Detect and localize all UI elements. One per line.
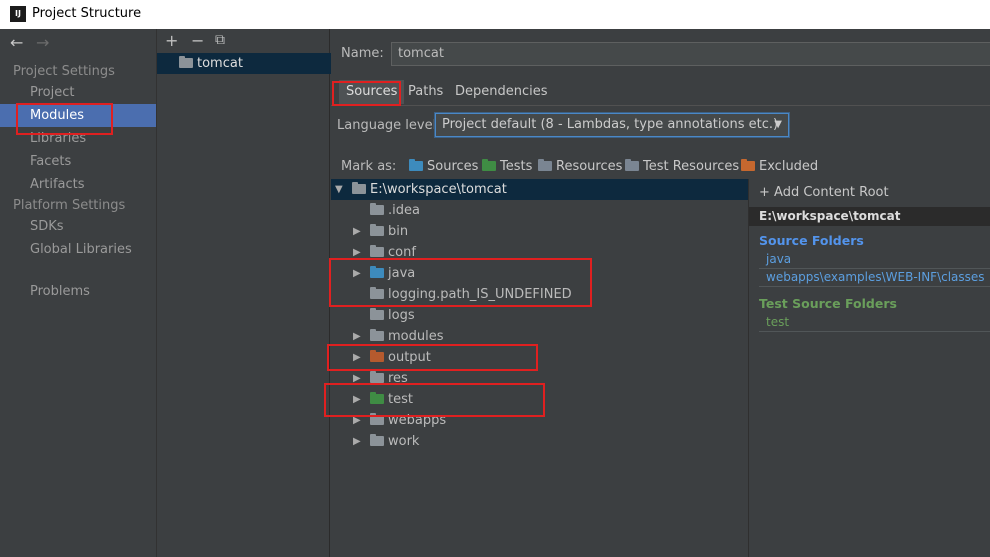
tree-row-logs[interactable]: logs xyxy=(331,305,748,326)
source-folder-icon xyxy=(370,266,384,278)
folder-icon xyxy=(370,434,384,446)
window-title: Project Structure xyxy=(32,6,142,21)
mark-as-resources-button[interactable]: Resources xyxy=(538,159,622,174)
folder-icon xyxy=(352,182,366,194)
triangle-right-icon[interactable]: ▶ xyxy=(353,368,361,389)
resources-folder-icon xyxy=(538,159,552,171)
triangle-right-icon[interactable]: ▶ xyxy=(353,263,361,284)
tree-row-bin[interactable]: ▶ bin xyxy=(331,221,748,242)
test-source-folder-item[interactable]: test xyxy=(766,315,789,329)
folder-icon xyxy=(370,308,384,320)
triangle-right-icon[interactable]: ▶ xyxy=(353,221,361,242)
nav-item-sdks[interactable]: SDKs xyxy=(0,215,156,238)
add-content-root-button[interactable]: + Add Content Root xyxy=(759,185,889,200)
language-level-select[interactable]: Project default (8 - Lambdas, type annot… xyxy=(435,113,789,137)
source-folder-item[interactable]: java xyxy=(766,252,791,266)
tab-paths[interactable]: Paths xyxy=(401,80,450,104)
tree-row-webapps[interactable]: ▶ webapps xyxy=(331,410,748,431)
source-folder-item[interactable]: webapps\examples\WEB-INF\classes xyxy=(766,270,985,284)
tree-row-idea[interactable]: .idea xyxy=(331,200,748,221)
module-item-tomcat[interactable]: tomcat xyxy=(157,53,331,74)
modules-panel: + − ⧉ tomcat xyxy=(156,29,331,557)
nav-item-artifacts[interactable]: Artifacts xyxy=(0,173,156,196)
tree-row-java[interactable]: ▶ java xyxy=(331,263,748,284)
add-module-button[interactable]: + xyxy=(165,31,178,50)
folder-icon xyxy=(370,413,384,425)
module-folder-icon xyxy=(179,56,193,68)
nav-item-global-libraries[interactable]: Global Libraries xyxy=(0,238,156,261)
tree-row-root[interactable]: ▼ E:\workspace\tomcat xyxy=(331,179,748,200)
name-label: Name: xyxy=(341,46,384,61)
nav-item-problems[interactable]: Problems xyxy=(0,280,156,303)
divider xyxy=(759,268,990,269)
test-source-folders-header: Test Source Folders xyxy=(759,296,897,311)
copy-module-button[interactable]: ⧉ xyxy=(215,32,225,48)
section-project-settings: Project Settings xyxy=(13,64,115,79)
nav-item-libraries[interactable]: Libraries xyxy=(0,127,156,150)
source-folders-header: Source Folders xyxy=(759,233,864,248)
triangle-right-icon[interactable]: ▶ xyxy=(353,431,361,452)
chevron-down-icon: ▼ xyxy=(774,119,782,130)
mark-as-test-resources-button[interactable]: Test Resources xyxy=(625,159,739,174)
folder-icon xyxy=(370,245,384,257)
mark-as-tests-button[interactable]: Tests xyxy=(482,159,532,174)
mark-as-label: Mark as: xyxy=(341,159,397,174)
forward-arrow-icon[interactable]: → xyxy=(36,33,49,52)
triangle-right-icon[interactable]: ▶ xyxy=(353,410,361,431)
tab-dependencies[interactable]: Dependencies xyxy=(448,80,555,104)
folder-icon xyxy=(370,224,384,236)
triangle-right-icon[interactable]: ▶ xyxy=(353,389,361,410)
section-platform-settings: Platform Settings xyxy=(13,198,126,213)
back-arrow-icon[interactable]: ← xyxy=(10,33,23,52)
tree-row-modules[interactable]: ▶ modules xyxy=(331,326,748,347)
triangle-right-icon[interactable]: ▶ xyxy=(353,242,361,263)
tree-row-conf[interactable]: ▶ conf xyxy=(331,242,748,263)
test-resources-folder-icon xyxy=(625,159,639,171)
folder-icon xyxy=(370,329,384,341)
folder-icon xyxy=(370,287,384,299)
triangle-down-icon[interactable]: ▼ xyxy=(335,179,343,200)
content-root-tree: ▼ E:\workspace\tomcat .idea ▶ bin ▶ conf… xyxy=(331,179,748,557)
triangle-right-icon[interactable]: ▶ xyxy=(353,347,361,368)
divider xyxy=(759,331,990,332)
nav-item-project[interactable]: Project xyxy=(0,81,156,104)
mark-as-sources-button[interactable]: Sources xyxy=(409,159,478,174)
tree-row-res[interactable]: ▶ res xyxy=(331,368,748,389)
left-nav: ← → Project Settings Project Modules Lib… xyxy=(0,29,156,557)
triangle-right-icon[interactable]: ▶ xyxy=(353,326,361,347)
mark-as-excluded-button[interactable]: Excluded xyxy=(741,159,818,174)
language-level-label: Language level: xyxy=(337,118,441,133)
nav-item-facets[interactable]: Facets xyxy=(0,150,156,173)
intellij-app-icon: IJ xyxy=(10,6,26,22)
tree-row-logging[interactable]: logging.path_IS_UNDEFINED xyxy=(331,284,748,305)
title-bar: IJ Project Structure xyxy=(0,0,990,29)
module-settings: Name: tomcat Sources Paths Dependencies … xyxy=(331,29,990,557)
module-tabs: Sources Paths Dependencies xyxy=(331,80,990,106)
content-root-panel: + Add Content Root E:\workspace\tomcat S… xyxy=(748,179,990,557)
folder-icon xyxy=(370,371,384,383)
tests-folder-icon xyxy=(482,159,496,171)
remove-module-button[interactable]: − xyxy=(191,31,204,50)
folder-icon xyxy=(370,203,384,215)
excluded-folder-icon xyxy=(370,350,384,362)
tree-row-test[interactable]: ▶ test xyxy=(331,389,748,410)
test-folder-icon xyxy=(370,392,384,404)
sources-folder-icon xyxy=(409,159,423,171)
module-name-field[interactable]: tomcat xyxy=(391,42,990,66)
nav-item-modules[interactable]: Modules xyxy=(0,104,156,127)
tree-row-work[interactable]: ▶ work xyxy=(331,431,748,452)
excluded-folder-icon xyxy=(741,159,755,171)
tree-row-output[interactable]: ▶ output xyxy=(331,347,748,368)
divider xyxy=(759,286,990,287)
content-root-path: E:\workspace\tomcat xyxy=(749,207,990,226)
tab-sources[interactable]: Sources xyxy=(339,80,405,104)
